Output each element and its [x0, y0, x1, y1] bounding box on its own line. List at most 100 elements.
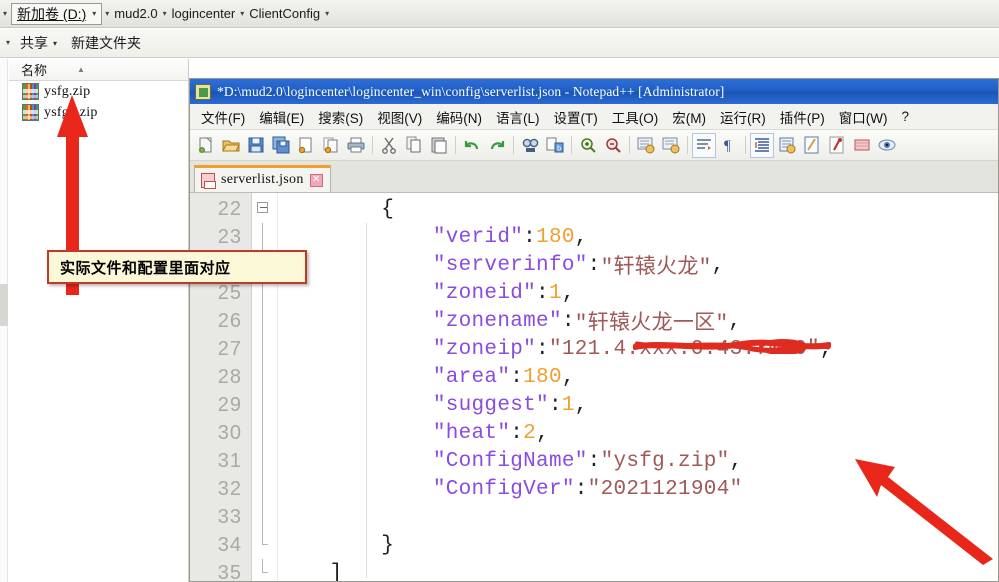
crumb-separator-caret-icon-3[interactable]: ▾	[322, 10, 332, 18]
address-leading-caret-icon[interactable]: ▾	[0, 10, 10, 18]
code-token: "2021121904"	[588, 478, 743, 501]
paste-icon[interactable]	[427, 133, 451, 158]
macro-record-icon[interactable]	[825, 133, 849, 158]
fold-marker-row	[252, 419, 277, 447]
code-line: }	[278, 531, 998, 559]
explorer-address-bar: ▾ 新加卷 (D:) ▾ ▾ mud2.0 ▾ logincenter ▾ Cl…	[0, 0, 999, 28]
breadcrumb-item-logincenter[interactable]: logincenter	[170, 6, 238, 21]
file-list-item[interactable]: ysfg.zip	[9, 81, 188, 102]
redo-icon[interactable]	[485, 133, 509, 158]
fold-line	[262, 419, 263, 447]
undo-icon[interactable]	[460, 133, 484, 158]
drive-crumb-caret-icon[interactable]: ▾	[89, 10, 99, 18]
new-folder-button[interactable]: 新建文件夹	[64, 33, 148, 53]
code-line	[278, 503, 998, 531]
toolbar-separator	[369, 134, 376, 156]
save-all-icon[interactable]	[269, 133, 293, 158]
menu-edit[interactable]: 编辑(E)	[252, 107, 311, 127]
zip-archive-icon	[22, 83, 39, 100]
tab-serverlist-json[interactable]: serverlist.json ✕	[194, 165, 331, 192]
new-file-icon[interactable]	[194, 133, 218, 158]
code-token: {	[278, 198, 394, 221]
code-token: 1	[562, 394, 575, 417]
replace-icon[interactable]: b	[543, 133, 567, 158]
copy-icon[interactable]	[402, 133, 426, 158]
menu-macro[interactable]: 宏(M)	[665, 107, 713, 127]
drive-crumb-button[interactable]: 新加卷 (D:) ▾	[11, 3, 102, 25]
screenshot-root: ▾ 新加卷 (D:) ▾ ▾ mud2.0 ▾ logincenter ▾ Cl…	[0, 0, 999, 582]
find-icon[interactable]	[518, 133, 542, 158]
save-icon[interactable]	[244, 133, 268, 158]
menu-plugins[interactable]: 插件(P)	[773, 107, 832, 127]
code-line: "zonename":"轩辕火龙一区",	[278, 307, 998, 335]
menu-window[interactable]: 窗口(W)	[832, 107, 895, 127]
menu-file[interactable]: 文件(F)	[194, 107, 252, 127]
line-number: 22	[190, 195, 251, 223]
navigation-pane-scrollbar[interactable]	[0, 59, 8, 582]
command-overflow-caret-icon[interactable]: ▾	[0, 39, 13, 47]
word-wrap-icon[interactable]	[692, 133, 716, 158]
code-token	[278, 226, 433, 249]
show-function-list-icon[interactable]	[775, 133, 799, 158]
crumb-separator-caret-icon-0[interactable]: ▾	[102, 10, 112, 18]
fold-end-icon	[262, 531, 263, 545]
fold-marker-row	[252, 307, 277, 335]
fold-line	[262, 391, 263, 419]
json-file-icon	[201, 173, 215, 188]
fold-line	[262, 447, 263, 475]
fold-line	[262, 223, 263, 251]
preview-icon[interactable]	[875, 133, 899, 158]
print-icon[interactable]	[344, 133, 368, 158]
fold-collapse-icon[interactable]	[257, 202, 268, 213]
breadcrumb-item-clientconfig[interactable]: ClientConfig	[247, 6, 322, 21]
menu-language[interactable]: 语言(L)	[489, 107, 547, 127]
toolbar-separator	[626, 134, 633, 156]
menu-view[interactable]: 视图(V)	[370, 107, 429, 127]
code-text-area[interactable]: { "verid":180, "serverinfo":"轩辕火龙", "zon…	[278, 193, 998, 582]
notepad-tab-bar: serverlist.json ✕	[190, 161, 998, 193]
code-token: ,	[575, 394, 588, 417]
crumb-separator-caret-icon-1[interactable]: ▾	[160, 10, 170, 18]
menu-run[interactable]: 运行(R)	[713, 107, 773, 127]
fold-marker-row[interactable]	[252, 195, 277, 223]
notepad-toolbar: b ¶	[190, 130, 998, 161]
tab-close-icon[interactable]: ✕	[310, 174, 323, 187]
macro-play-icon[interactable]	[850, 133, 874, 158]
code-line: "heat":2,	[278, 419, 998, 447]
annotation-callout-text: 实际文件和配置里面对应	[60, 257, 231, 278]
navigation-pane-scrollbar-thumb[interactable]	[0, 284, 8, 326]
code-token: :	[536, 282, 549, 305]
fold-end-icon	[262, 559, 263, 573]
close-file-icon[interactable]	[294, 133, 318, 158]
document-map-icon[interactable]	[800, 133, 824, 158]
zoom-in-icon[interactable]	[576, 133, 600, 158]
zoom-out-icon[interactable]	[601, 133, 625, 158]
crumb-separator-caret-icon-2[interactable]: ▾	[237, 10, 247, 18]
close-all-icon[interactable]	[319, 133, 343, 158]
file-list-item[interactable]: ysfg2.zip	[9, 102, 188, 123]
file-list-column-header[interactable]: 名称 ▲	[9, 59, 188, 81]
sync-vertical-scroll-icon[interactable]	[634, 133, 658, 158]
show-all-chars-icon[interactable]: ¶	[717, 133, 741, 158]
sync-horizontal-scroll-icon[interactable]	[659, 133, 683, 158]
line-number: 30	[190, 419, 251, 447]
menu-encoding[interactable]: 编码(N)	[429, 107, 489, 127]
line-number: 33	[190, 503, 251, 531]
cut-icon[interactable]	[377, 133, 401, 158]
notepad-title-bar[interactable]: *D:\mud2.0\logincenter\logincenter_win\c…	[190, 79, 998, 104]
breadcrumb-item-mud20[interactable]: mud2.0	[112, 6, 159, 21]
code-token: ,	[562, 366, 575, 389]
menu-help[interactable]: ?	[894, 109, 916, 124]
open-file-icon[interactable]	[219, 133, 243, 158]
code-token	[278, 338, 433, 361]
code-token: :	[575, 478, 588, 501]
indent-guide-icon[interactable]	[750, 133, 774, 158]
code-token: ,	[562, 282, 575, 305]
code-token: "heat"	[433, 422, 510, 445]
fold-marker-row	[252, 335, 277, 363]
menu-search[interactable]: 搜索(S)	[311, 107, 370, 127]
share-button[interactable]: 共享 ▾	[13, 33, 64, 53]
menu-settings[interactable]: 设置(T)	[547, 107, 605, 127]
code-editor[interactable]: 22 23 24 25 26 27 28 29 30 31 32 33 34 3…	[190, 193, 998, 582]
menu-tools[interactable]: 工具(O)	[605, 107, 666, 127]
